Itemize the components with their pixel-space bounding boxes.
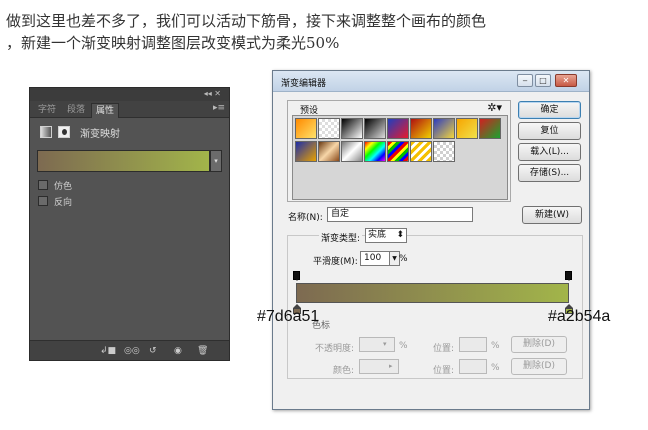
panel-menu-icon[interactable]: ▸≡: [213, 103, 225, 113]
collapse-icon[interactable]: ◂◂ ✕: [204, 89, 221, 98]
preset-swatch[interactable]: [456, 118, 478, 139]
opacity-input: [359, 337, 395, 352]
preset-swatch[interactable]: [341, 141, 363, 162]
gradient-bar[interactable]: [296, 283, 569, 303]
preset-swatches: [292, 115, 508, 200]
visibility-icon[interactable]: ◉: [174, 346, 182, 356]
preset-swatch[interactable]: [341, 118, 363, 139]
dialog-titlebar: 渐变编辑器 ‒ □ ✕: [273, 71, 589, 92]
color-position-input: [459, 359, 487, 374]
preset-swatch[interactable]: [318, 141, 340, 162]
dither-checkbox[interactable]: [38, 180, 48, 190]
dialog-title: 渐变编辑器: [281, 79, 327, 89]
save-button[interactable]: 存储(S)...: [518, 164, 581, 182]
trash-icon[interactable]: 🗑: [197, 346, 208, 356]
preset-swatch[interactable]: [410, 118, 432, 139]
panel-tabs: 字符 段落 属性 ▸≡: [30, 101, 229, 118]
adjustment-icon[interactable]: [40, 126, 52, 138]
reset-icon[interactable]: ↺: [149, 346, 157, 356]
article-text: 做到这里也差不多了，我们可以活动下筋骨，接下来调整整个画布的颜色 ，新建一个渐变…: [6, 10, 646, 54]
preset-swatch[interactable]: [387, 118, 409, 139]
gradient-preview[interactable]: [37, 150, 210, 172]
adjustment-title: 渐变映射: [80, 129, 120, 140]
right-color-hex: #a2b54a: [548, 308, 611, 325]
presets-group: 预设 ✲▾: [287, 100, 511, 202]
preset-swatch[interactable]: [433, 118, 455, 139]
name-input[interactable]: 自定: [327, 207, 473, 222]
name-label: 名称(N):: [288, 213, 323, 223]
reset-button[interactable]: 复位: [518, 122, 581, 140]
opacity-stop-left[interactable]: [293, 271, 300, 281]
gradient-type-value: 实底: [368, 230, 387, 240]
color-label: 颜色:: [333, 366, 355, 376]
opacity-position-label: 位置:: [433, 344, 455, 354]
gradient-type-select[interactable]: 实底 ⬍: [365, 228, 407, 243]
gradient-type-label: 渐变类型:: [319, 231, 363, 244]
preset-swatch[interactable]: [295, 141, 317, 162]
color-position-label: 位置:: [433, 366, 455, 376]
load-button[interactable]: 载入(L)...: [518, 143, 581, 161]
opacity-unit: %: [399, 341, 408, 351]
opacity-position-unit: %: [491, 341, 500, 351]
panel-topbar: ◂◂ ✕: [30, 88, 229, 101]
smoothness-unit: %: [399, 254, 408, 264]
opacity-position-input: [459, 337, 487, 352]
maximize-icon[interactable]: □: [535, 74, 551, 87]
panel-bottombar: ↲■ ◎◎ ↺ ◉ 🗑: [30, 340, 229, 360]
preset-swatch[interactable]: [410, 141, 432, 162]
preset-swatch[interactable]: [387, 141, 409, 162]
new-button[interactable]: 新建(W): [522, 206, 582, 224]
reverse-checkbox[interactable]: [38, 196, 48, 206]
tab-properties[interactable]: 属性: [91, 103, 120, 118]
preset-swatch[interactable]: [433, 141, 455, 162]
mask-icon[interactable]: [58, 126, 70, 138]
smoothness-label: 平滑度(M):: [313, 257, 358, 267]
gear-icon[interactable]: ✲▾: [487, 101, 502, 114]
opacity-label: 不透明度:: [315, 344, 355, 354]
preset-swatch[interactable]: [479, 118, 501, 139]
reverse-label: 反向: [54, 198, 73, 208]
delete-color-stop-button: 删除(D): [511, 358, 567, 375]
properties-panel: ◂◂ ✕ 字符 段落 属性 ▸≡ 渐变映射 ▾ 仿色 反向 ↲■ ◎◎ ↺ ◉ …: [29, 87, 230, 361]
select-arrow-icon: ⬍: [396, 230, 404, 240]
clip-icon[interactable]: ↲■: [100, 346, 116, 356]
gradient-editor-dialog: 渐变编辑器 ‒ □ ✕ 预设 ✲▾ 确定 复位 载入(L)... 存储(S)..…: [272, 70, 590, 410]
article-line-2: ，新建一个渐变映射调整图层改变模式为柔光50%: [6, 34, 340, 52]
ok-button[interactable]: 确定: [518, 101, 581, 119]
left-color-hex: #7d6a51: [257, 308, 320, 325]
color-arrow-icon: ▸: [389, 362, 393, 370]
tab-character[interactable]: 字符: [34, 103, 60, 118]
preset-swatch[interactable]: [364, 141, 386, 162]
preset-swatch[interactable]: [364, 118, 386, 139]
dither-label: 仿色: [54, 182, 73, 192]
smoothness-input[interactable]: 100: [360, 251, 390, 266]
article-line-1: 做到这里也差不多了，我们可以活动下筋骨，接下来调整整个画布的颜色: [6, 12, 487, 30]
gradient-dropdown-icon[interactable]: ▾: [210, 150, 222, 172]
view-previous-icon[interactable]: ◎◎: [124, 346, 140, 356]
minimize-icon[interactable]: ‒: [517, 74, 533, 87]
close-icon[interactable]: ✕: [555, 74, 577, 87]
tab-paragraph[interactable]: 段落: [63, 103, 89, 118]
color-position-unit: %: [491, 363, 500, 373]
delete-opacity-stop-button: 删除(D): [511, 336, 567, 353]
preset-swatch[interactable]: [318, 118, 340, 139]
color-swatch-disabled: [359, 359, 399, 374]
opacity-dropdown-icon: ▾: [383, 340, 387, 348]
opacity-stop-right[interactable]: [565, 271, 572, 281]
preset-swatch[interactable]: [295, 118, 317, 139]
